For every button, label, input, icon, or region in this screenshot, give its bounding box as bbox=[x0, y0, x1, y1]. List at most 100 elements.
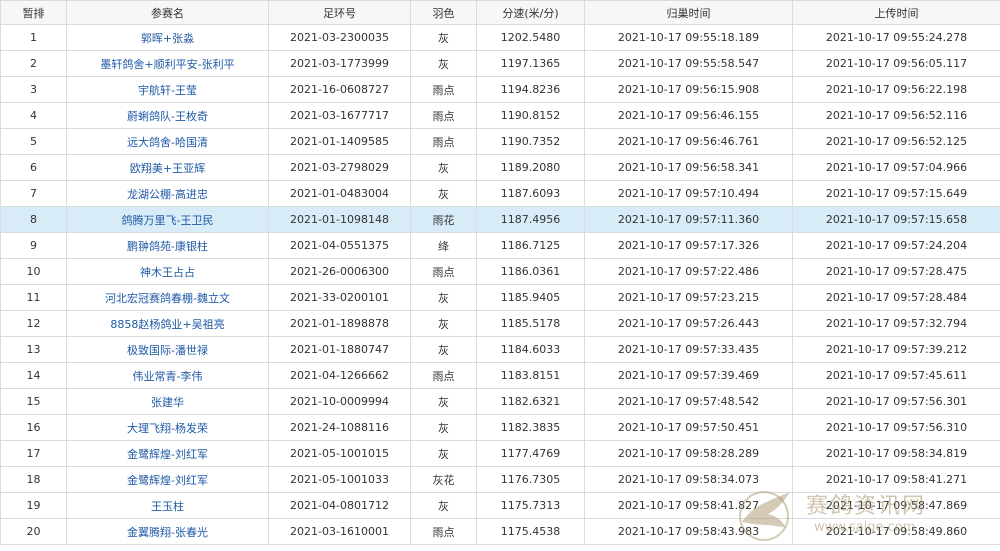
speed-cell: 1186.0361 bbox=[476, 258, 585, 285]
entrant-name-cell[interactable]: 8858赵杨鸽业+吴祖亮 bbox=[66, 310, 269, 337]
ring-number-cell: 2021-05-1001033 bbox=[268, 466, 411, 493]
table-row[interactable]: 15 张建华 2021-10-0009994 灰 1182.6321 2021-10-17… bbox=[0, 388, 1000, 415]
speed-cell: 1185.9405 bbox=[476, 284, 585, 311]
entrant-name-cell[interactable]: 欧翔美+王亚辉 bbox=[66, 154, 269, 181]
rank-cell: 17 bbox=[0, 440, 67, 467]
arrival-time-cell: 2021-10-17 09:56:46.761 bbox=[584, 128, 793, 155]
table-row[interactable]: 7 龙湖公棚-高进忠 2021-01-0483004 灰 1187.6093 2021-1… bbox=[0, 180, 1000, 207]
arrival-time-cell: 2021-10-17 09:58:41.827 bbox=[584, 492, 793, 519]
header-ring-number[interactable]: 足环号 bbox=[268, 0, 411, 25]
header-entrant-name[interactable]: 参赛名 bbox=[66, 0, 269, 25]
table-row[interactable]: 3 宇航轩-王莹 2021-16-0608727 雨点 1194.8236 2021-10… bbox=[0, 76, 1000, 103]
table-row[interactable]: 4 蔚蜊鸽队-王枚奇 2021-03-1677717 雨点 1190.8152 2021-… bbox=[0, 102, 1000, 129]
table-row[interactable]: 5 远大鸽舍-哈国清 2021-01-1409585 雨点 1190.7352 2021-… bbox=[0, 128, 1000, 155]
rank-cell: 15 bbox=[0, 388, 67, 415]
rank-cell: 1 bbox=[0, 24, 67, 51]
entrant-name-cell[interactable]: 宇航轩-王莹 bbox=[66, 76, 269, 103]
upload-time-cell: 2021-10-17 09:58:41.271 bbox=[792, 466, 1000, 493]
ring-number-cell: 2021-03-1773999 bbox=[268, 50, 411, 77]
speed-cell: 1182.3835 bbox=[476, 414, 585, 441]
rank-cell: 12 bbox=[0, 310, 67, 337]
entrant-name-cell[interactable]: 金翼腾翔-张春光 bbox=[66, 518, 269, 545]
ring-number-cell: 2021-24-1088116 bbox=[268, 414, 411, 441]
upload-time-cell: 2021-10-17 09:57:28.475 bbox=[792, 258, 1000, 285]
feather-color-cell: 灰 bbox=[410, 388, 477, 415]
feather-color-cell: 灰 bbox=[410, 336, 477, 363]
entrant-name-cell[interactable]: 神木王占占 bbox=[66, 258, 269, 285]
arrival-time-cell: 2021-10-17 09:56:58.341 bbox=[584, 154, 793, 181]
entrant-name-cell[interactable]: 河北宏冠赛鸽春棚-魏立文 bbox=[66, 284, 269, 311]
speed-cell: 1190.7352 bbox=[476, 128, 585, 155]
upload-time-cell: 2021-10-17 09:57:15.658 bbox=[792, 206, 1000, 233]
table-row[interactable]: 18 金鹭辉煌-刘红军 2021-05-1001033 灰花 1176.7305 2021… bbox=[0, 466, 1000, 493]
ring-number-cell: 2021-26-0006300 bbox=[268, 258, 411, 285]
speed-cell: 1190.8152 bbox=[476, 102, 585, 129]
entrant-name-cell[interactable]: 极致国际-潘世禄 bbox=[66, 336, 269, 363]
ring-number-cell: 2021-03-2798029 bbox=[268, 154, 411, 181]
upload-time-cell: 2021-10-17 09:58:47.869 bbox=[792, 492, 1000, 519]
upload-time-cell: 2021-10-17 09:57:24.204 bbox=[792, 232, 1000, 259]
table-row[interactable]: 8 鸽腾万里飞-王卫民 2021-01-1098148 雨花 1187.4956 2021… bbox=[0, 206, 1000, 233]
upload-time-cell: 2021-10-17 09:56:05.117 bbox=[792, 50, 1000, 77]
speed-cell: 1175.4538 bbox=[476, 518, 585, 545]
entrant-name-cell[interactable]: 金鹭辉煌-刘红军 bbox=[66, 466, 269, 493]
arrival-time-cell: 2021-10-17 09:57:26.443 bbox=[584, 310, 793, 337]
rank-cell: 20 bbox=[0, 518, 67, 545]
speed-cell: 1186.7125 bbox=[476, 232, 585, 259]
upload-time-cell: 2021-10-17 09:58:49.860 bbox=[792, 518, 1000, 545]
table-row[interactable]: 19 王玉柱 2021-04-0801712 灰 1175.7313 2021-10-17… bbox=[0, 492, 1000, 519]
feather-color-cell: 雨点 bbox=[410, 128, 477, 155]
feather-color-cell: 灰 bbox=[410, 24, 477, 51]
entrant-name-cell[interactable]: 伟业常青-李伟 bbox=[66, 362, 269, 389]
table-row[interactable]: 1 郭晖+张淼 2021-03-2300035 灰 1202.5480 2021-10-1… bbox=[0, 24, 1000, 51]
entrant-name-cell[interactable]: 张建华 bbox=[66, 388, 269, 415]
ring-number-cell: 2021-03-1610001 bbox=[268, 518, 411, 545]
entrant-name-cell[interactable]: 蔚蜊鸽队-王枚奇 bbox=[66, 102, 269, 129]
upload-time-cell: 2021-10-17 09:56:52.116 bbox=[792, 102, 1000, 129]
entrant-name-cell[interactable]: 大理飞翔-杨发荣 bbox=[66, 414, 269, 441]
speed-cell: 1187.6093 bbox=[476, 180, 585, 207]
arrival-time-cell: 2021-10-17 09:57:33.435 bbox=[584, 336, 793, 363]
upload-time-cell: 2021-10-17 09:57:56.310 bbox=[792, 414, 1000, 441]
table-row[interactable]: 6 欧翔美+王亚辉 2021-03-2798029 灰 1189.2080 2021-10… bbox=[0, 154, 1000, 181]
header-feather-color[interactable]: 羽色 bbox=[410, 0, 477, 25]
rank-cell: 18 bbox=[0, 466, 67, 493]
feather-color-cell: 灰 bbox=[410, 492, 477, 519]
entrant-name-cell[interactable]: 王玉柱 bbox=[66, 492, 269, 519]
entrant-name-cell[interactable]: 远大鸽舍-哈国清 bbox=[66, 128, 269, 155]
speed-cell: 1194.8236 bbox=[476, 76, 585, 103]
table-row[interactable]: 17 金鹭辉煌-刘红军 2021-05-1001015 灰 1177.4769 2021-… bbox=[0, 440, 1000, 467]
header-upload-time[interactable]: 上传时间 bbox=[792, 0, 1000, 25]
table-row[interactable]: 13 极致国际-潘世禄 2021-01-1880747 灰 1184.6033 2021-… bbox=[0, 336, 1000, 363]
table-row[interactable]: 20 金翼腾翔-张春光 2021-03-1610001 雨点 1175.4538 2021… bbox=[0, 518, 1000, 545]
ring-number-cell: 2021-04-1266662 bbox=[268, 362, 411, 389]
speed-cell: 1184.6033 bbox=[476, 336, 585, 363]
entrant-name-cell[interactable]: 龙湖公棚-高进忠 bbox=[66, 180, 269, 207]
entrant-name-cell[interactable]: 墨轩鸽舍+顺利平安-张利平 bbox=[66, 50, 269, 77]
header-rank[interactable]: 暂排 bbox=[0, 0, 67, 25]
ring-number-cell: 2021-01-1409585 bbox=[268, 128, 411, 155]
ring-number-cell: 2021-01-1880747 bbox=[268, 336, 411, 363]
feather-color-cell: 灰 bbox=[410, 180, 477, 207]
entrant-name-cell[interactable]: 金鹭辉煌-刘红军 bbox=[66, 440, 269, 467]
upload-time-cell: 2021-10-17 09:57:39.212 bbox=[792, 336, 1000, 363]
table-row[interactable]: 12 8858赵杨鸽业+吴祖亮 2021-01-1898878 灰 1185.5178 2… bbox=[0, 310, 1000, 337]
header-arrival-time[interactable]: 归巢时间 bbox=[584, 0, 793, 25]
table-row[interactable]: 2 墨轩鸽舍+顺利平安-张利平 2021-03-1773999 灰 1197.1365 2… bbox=[0, 50, 1000, 77]
table-row[interactable]: 9 鹏翀鸽苑-康银柱 2021-04-0551375 绛 1186.7125 2021-1… bbox=[0, 232, 1000, 259]
speed-cell: 1182.6321 bbox=[476, 388, 585, 415]
entrant-name-cell[interactable]: 鸽腾万里飞-王卫民 bbox=[66, 206, 269, 233]
rank-cell: 16 bbox=[0, 414, 67, 441]
speed-cell: 1175.7313 bbox=[476, 492, 585, 519]
rank-cell: 4 bbox=[0, 102, 67, 129]
table-row[interactable]: 16 大理飞翔-杨发荣 2021-24-1088116 灰 1182.3835 2021-… bbox=[0, 414, 1000, 441]
upload-time-cell: 2021-10-17 09:57:32.794 bbox=[792, 310, 1000, 337]
table-row[interactable]: 14 伟业常青-李伟 2021-04-1266662 雨点 1183.8151 2021-… bbox=[0, 362, 1000, 389]
header-speed[interactable]: 分速(米/分) bbox=[476, 0, 585, 25]
entrant-name-cell[interactable]: 郭晖+张淼 bbox=[66, 24, 269, 51]
table-row[interactable]: 10 神木王占占 2021-26-0006300 雨点 1186.0361 2021-10… bbox=[0, 258, 1000, 285]
table-row[interactable]: 11 河北宏冠赛鸽春棚-魏立文 2021-33-0200101 灰 1185.9405 2… bbox=[0, 284, 1000, 311]
arrival-time-cell: 2021-10-17 09:57:50.451 bbox=[584, 414, 793, 441]
arrival-time-cell: 2021-10-17 09:57:48.542 bbox=[584, 388, 793, 415]
entrant-name-cell[interactable]: 鹏翀鸽苑-康银柱 bbox=[66, 232, 269, 259]
